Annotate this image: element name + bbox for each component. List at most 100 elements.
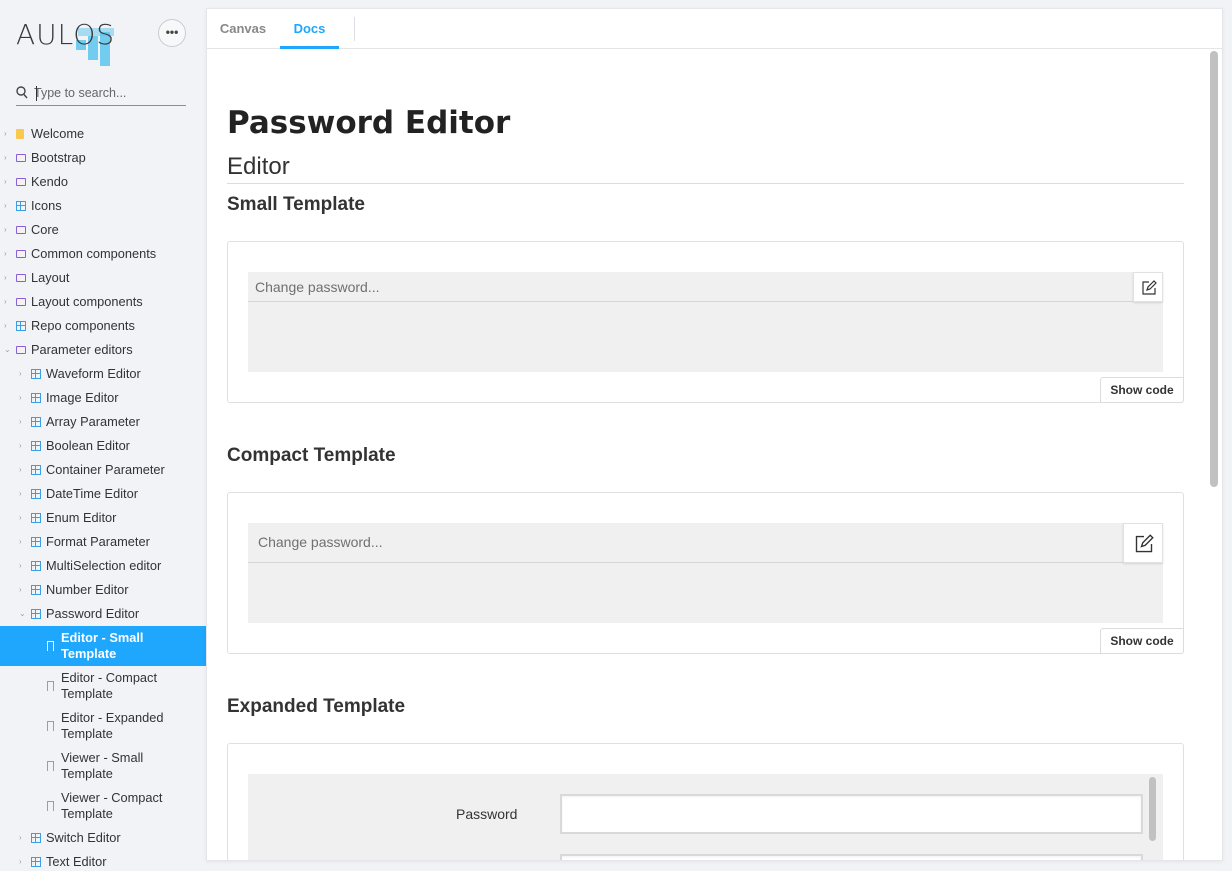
sidebar-item[interactable]: Editor - Expanded Template bbox=[0, 706, 206, 746]
chevron-down-icon[interactable]: ⌄ bbox=[4, 346, 12, 354]
tab-docs[interactable]: Docs bbox=[280, 9, 339, 49]
bookmark-icon bbox=[47, 801, 54, 811]
preview-scrollbar[interactable] bbox=[1149, 777, 1156, 841]
sidebar-item-label: Editor - Compact Template bbox=[61, 670, 158, 701]
sidebar-item[interactable]: › Array Parameter bbox=[0, 412, 206, 432]
page-title: Password Editor bbox=[227, 105, 511, 141]
sidebar-item[interactable]: ⌄ Parameter editors bbox=[0, 340, 206, 360]
sidebar-item[interactable]: › Format Parameter bbox=[0, 532, 206, 552]
search-input[interactable] bbox=[34, 82, 184, 104]
section-heading-editor: Editor bbox=[227, 153, 290, 180]
chevron-right-icon[interactable]: › bbox=[19, 418, 27, 426]
component-icon bbox=[31, 537, 41, 547]
sidebar-item[interactable]: › Enum Editor bbox=[0, 508, 206, 528]
sidebar-item[interactable]: › Number Editor bbox=[0, 580, 206, 600]
tab-canvas[interactable]: Canvas bbox=[211, 9, 275, 49]
search-box[interactable] bbox=[16, 82, 186, 106]
edit-password-button[interactable] bbox=[1133, 272, 1163, 302]
password-label: Password bbox=[456, 806, 518, 822]
sidebar-item[interactable]: › Text Editor bbox=[0, 852, 206, 871]
bookmark-icon bbox=[47, 641, 54, 651]
component-icon bbox=[31, 489, 41, 499]
sidebar-item-label: Layout bbox=[31, 270, 70, 285]
chevron-right-icon[interactable]: › bbox=[19, 562, 27, 570]
password-placeholder: Change password... bbox=[258, 534, 383, 550]
sidebar-item[interactable]: Editor - Small Template bbox=[0, 626, 206, 666]
chevron-right-icon[interactable]: › bbox=[19, 538, 27, 546]
sidebar-item-label: Password Editor bbox=[46, 606, 140, 621]
bookmark-icon bbox=[47, 721, 54, 731]
sidebar-item[interactable]: › DateTime Editor bbox=[0, 484, 206, 504]
sidebar-item[interactable]: Viewer - Small Template bbox=[0, 746, 206, 786]
more-options-button[interactable]: ••• bbox=[158, 19, 186, 47]
password-editor-expanded: Password bbox=[248, 774, 1163, 860]
component-icon bbox=[31, 561, 41, 571]
edit-icon bbox=[1135, 534, 1154, 553]
sidebar-item-label: Parameter editors bbox=[31, 342, 133, 357]
chevron-right-icon[interactable]: › bbox=[4, 274, 12, 282]
sidebar-item[interactable]: ⌄ Password Editor bbox=[0, 604, 206, 624]
password-field[interactable]: Change password... bbox=[248, 272, 1163, 302]
chevron-right-icon[interactable]: › bbox=[19, 394, 27, 402]
password-field[interactable]: Change password... bbox=[248, 523, 1163, 563]
sidebar-item[interactable]: › Boolean Editor bbox=[0, 436, 206, 456]
confirm-password-input[interactable] bbox=[560, 854, 1143, 860]
chevron-right-icon[interactable]: › bbox=[4, 202, 12, 210]
edit-password-button[interactable] bbox=[1123, 523, 1163, 563]
component-icon bbox=[31, 417, 41, 427]
sidebar-item[interactable]: Viewer - Compact Template bbox=[0, 786, 206, 826]
chevron-right-icon[interactable]: › bbox=[19, 858, 27, 866]
sidebar-item[interactable]: › Container Parameter bbox=[0, 460, 206, 480]
sidebar-item[interactable]: Editor - Compact Template bbox=[0, 666, 206, 706]
chevron-down-icon[interactable]: ⌄ bbox=[19, 610, 27, 618]
sidebar-item[interactable]: › Image Editor bbox=[0, 388, 206, 408]
sidebar-item[interactable]: › Common components bbox=[0, 244, 206, 264]
show-code-button[interactable]: Show code bbox=[1100, 628, 1184, 654]
sidebar-item-label: Image Editor bbox=[46, 390, 119, 405]
show-code-button[interactable]: Show code bbox=[1100, 377, 1184, 403]
chevron-right-icon[interactable]: › bbox=[4, 298, 12, 306]
sidebar-item[interactable]: › Welcome bbox=[0, 124, 206, 144]
sidebar-item[interactable]: › Waveform Editor bbox=[0, 364, 206, 384]
sidebar-item[interactable]: › Layout components bbox=[0, 292, 206, 312]
sidebar-item[interactable]: › Core bbox=[0, 220, 206, 240]
sidebar-item[interactable]: › MultiSelection editor bbox=[0, 556, 206, 576]
chevron-right-icon[interactable]: › bbox=[4, 178, 12, 186]
chevron-right-icon[interactable]: › bbox=[19, 490, 27, 498]
sidebar-item-label: Switch Editor bbox=[46, 830, 121, 845]
sidebar-item-label: Core bbox=[31, 222, 59, 237]
heading-compact-template: Compact Template bbox=[227, 445, 396, 466]
sidebar-item[interactable]: › Bootstrap bbox=[0, 148, 206, 168]
docs-scrollbar[interactable] bbox=[1210, 51, 1218, 487]
component-icon bbox=[16, 201, 26, 211]
main-panel: Canvas Docs Password Editor Editor Small… bbox=[206, 8, 1223, 861]
heading-divider bbox=[227, 183, 1184, 184]
chevron-right-icon[interactable]: › bbox=[19, 834, 27, 842]
password-input[interactable] bbox=[560, 794, 1143, 834]
folder-icon bbox=[16, 274, 26, 282]
sidebar-item[interactable]: › Layout bbox=[0, 268, 206, 288]
heading-expanded-template: Expanded Template bbox=[227, 696, 406, 717]
component-icon bbox=[16, 321, 26, 331]
chevron-right-icon[interactable]: › bbox=[19, 586, 27, 594]
sidebar-item-label: Bootstrap bbox=[31, 150, 86, 165]
sidebar-item[interactable]: › Switch Editor bbox=[0, 828, 206, 848]
folder-icon bbox=[16, 346, 26, 354]
chevron-right-icon[interactable]: › bbox=[4, 154, 12, 162]
chevron-right-icon[interactable]: › bbox=[4, 322, 12, 330]
text-caret bbox=[36, 86, 37, 101]
chevron-right-icon[interactable]: › bbox=[4, 226, 12, 234]
sidebar-item[interactable]: › Kendo bbox=[0, 172, 206, 192]
folder-icon bbox=[16, 178, 26, 186]
password-placeholder: Change password... bbox=[255, 279, 380, 295]
sidebar-item[interactable]: › Icons bbox=[0, 196, 206, 216]
chevron-right-icon[interactable]: › bbox=[19, 370, 27, 378]
sidebar-item[interactable]: › Repo components bbox=[0, 316, 206, 336]
chevron-right-icon[interactable]: › bbox=[19, 466, 27, 474]
chevron-right-icon[interactable]: › bbox=[19, 442, 27, 450]
aulos-logo[interactable]: AULOS bbox=[16, 14, 126, 68]
chevron-right-icon[interactable]: › bbox=[19, 514, 27, 522]
bookmark-icon bbox=[47, 761, 54, 771]
chevron-right-icon[interactable]: › bbox=[4, 250, 12, 258]
chevron-right-icon[interactable]: › bbox=[4, 130, 12, 138]
